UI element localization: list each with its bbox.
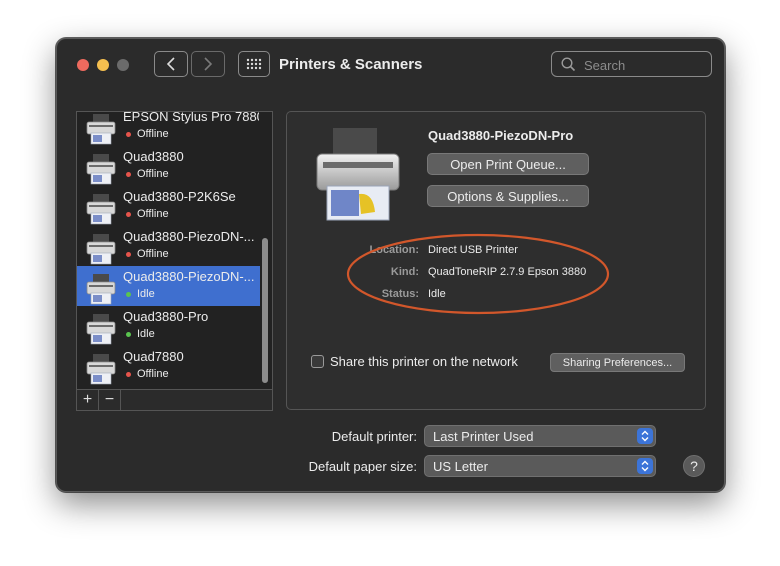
search-input[interactable]: [582, 54, 706, 76]
status-dot: [126, 212, 131, 217]
search-icon: [561, 57, 576, 72]
share-printer-checkbox[interactable]: [311, 355, 324, 368]
printer-list-item-status: Offline: [137, 208, 169, 220]
printer-list-item-status: Offline: [137, 248, 169, 260]
printer-list-item[interactable]: Quad3880-Pro Idle: [77, 306, 260, 346]
printer-icon: [316, 128, 400, 221]
printer-icon: [86, 194, 116, 225]
chevron-left-icon: [166, 57, 175, 71]
printer-icon: [86, 274, 116, 305]
printer-list-item-name: Quad7880: [123, 349, 184, 364]
remove-printer-button[interactable]: −: [99, 390, 121, 410]
options-supplies-button[interactable]: Options & Supplies...: [427, 185, 589, 207]
close-window-button[interactable]: [77, 59, 89, 71]
printer-list-item[interactable]: EPSON Stylus Pro 7880 Offline: [77, 111, 260, 146]
paper-size-popup[interactable]: US Letter: [424, 455, 656, 477]
printer-list-item-name: Quad3880-PiezoDN-...: [123, 269, 255, 284]
default-printer-label: Default printer:: [331, 429, 417, 444]
title-bar: Printers & Scanners: [57, 39, 724, 91]
printer-icon: [86, 154, 116, 185]
paper-size-label: Default paper size:: [308, 459, 417, 474]
help-button[interactable]: ?: [683, 455, 705, 477]
printer-list-item-name: EPSON Stylus Pro 7880: [123, 111, 259, 124]
search-field[interactable]: [551, 51, 712, 77]
printer-list-item-status: Idle: [137, 288, 155, 300]
printer-list-item-status: Offline: [137, 128, 169, 140]
sharing-preferences-button[interactable]: Sharing Preferences...: [550, 353, 685, 372]
printer-list-item-status: Offline: [137, 368, 169, 380]
default-printer-popup[interactable]: Last Printer Used: [424, 425, 656, 447]
printer-icon: [86, 314, 116, 345]
popup-arrows: [637, 458, 653, 474]
up-down-chevron-icon: [641, 460, 649, 472]
open-print-queue-button[interactable]: Open Print Queue...: [427, 153, 589, 175]
zoom-window-button[interactable]: [117, 59, 129, 71]
printer-list[interactable]: EPSON Stylus Pro 7880 Offline Quad3880 Off…: [76, 111, 273, 411]
printer-icon: [86, 354, 116, 385]
chevron-right-icon: [204, 57, 213, 71]
printer-list-item-name: Quad3880-Pro: [123, 309, 209, 324]
show-all-button[interactable]: [238, 51, 270, 77]
printer-list-scrollbar[interactable]: [262, 238, 268, 383]
printer-list-item-name: Quad3880-P2K6Se: [123, 189, 236, 204]
annotation-ellipse: [346, 233, 610, 315]
printer-list-item[interactable]: Quad3880-P2K6Se Offline: [77, 186, 260, 226]
printer-list-item[interactable]: Quad7880 Offline: [77, 346, 260, 386]
paper-size-value: US Letter: [433, 459, 488, 474]
share-printer-label: Share this printer on the network: [330, 354, 518, 369]
default-printer-value: Last Printer Used: [433, 429, 534, 444]
window-title: Printers & Scanners: [279, 56, 423, 73]
printer-list-item[interactable]: Quad3880-PiezoDN-... Offline: [77, 226, 260, 266]
printers-scanners-window: Printers & Scanners EPSON Stylus Pro 788…: [56, 38, 725, 492]
status-dot: [126, 292, 131, 297]
printer-list-item[interactable]: Quad3880-PiezoDN-... Idle: [77, 266, 260, 306]
printer-list-item-status: Offline: [137, 168, 169, 180]
popup-arrows: [637, 428, 653, 444]
forward-button[interactable]: [191, 51, 225, 77]
back-button[interactable]: [154, 51, 188, 77]
printer-list-item[interactable]: Quad3880 Offline: [77, 146, 260, 186]
status-dot: [126, 252, 131, 257]
status-dot: [126, 372, 131, 377]
status-dot: [126, 172, 131, 177]
printer-list-item-status: Idle: [137, 328, 155, 340]
printer-list-item-name: Quad3880: [123, 149, 184, 164]
printer-icon: [86, 234, 116, 265]
up-down-chevron-icon: [641, 430, 649, 442]
selected-printer-name: Quad3880-PiezoDN-Pro: [428, 128, 574, 143]
minimize-window-button[interactable]: [97, 59, 109, 71]
printer-icon: [86, 114, 116, 145]
grid-icon: [246, 58, 262, 70]
status-dot: [126, 332, 131, 337]
printer-list-item-name: Quad3880-PiezoDN-...: [123, 229, 255, 244]
status-dot: [126, 132, 131, 137]
printer-list-footer: + −: [76, 389, 273, 411]
printer-list-items: EPSON Stylus Pro 7880 Offline Quad3880 Off…: [77, 111, 260, 386]
printer-detail-panel: Quad3880-PiezoDN-Pro Open Print Queue...…: [286, 111, 706, 410]
add-printer-button[interactable]: +: [77, 390, 99, 410]
